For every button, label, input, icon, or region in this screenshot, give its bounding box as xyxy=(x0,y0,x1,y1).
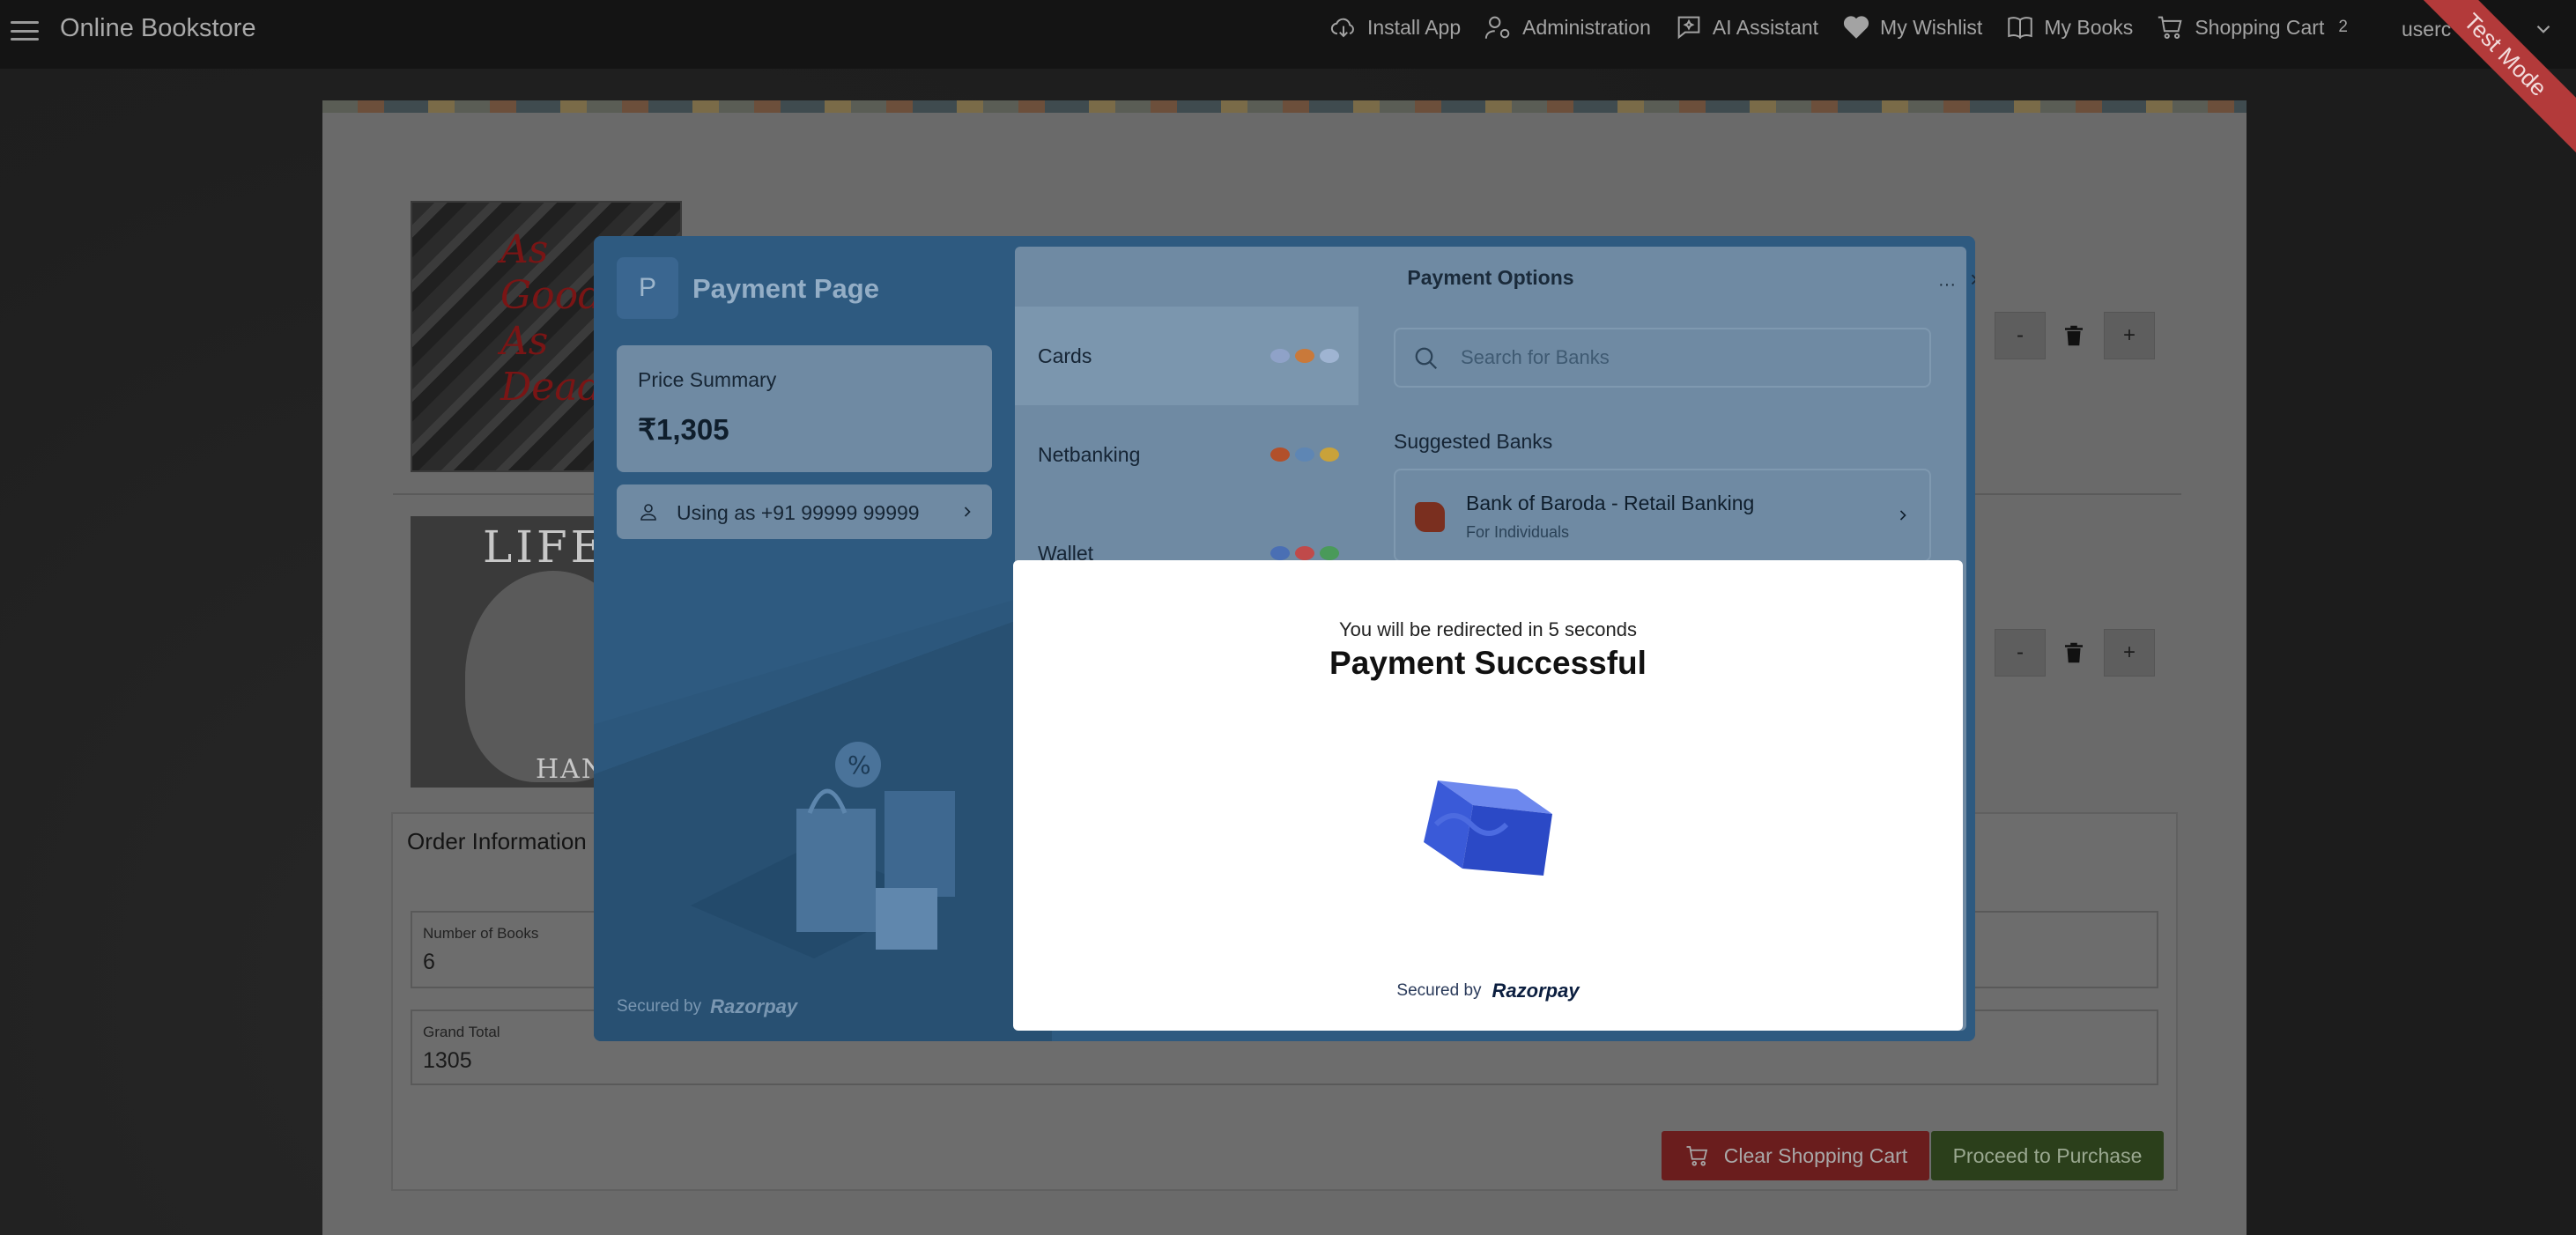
test-mode-ribbon: Test Mode xyxy=(2400,0,2576,159)
secured-by-label: Secured by xyxy=(1396,981,1482,1000)
field-label: Grand Total xyxy=(423,1024,500,1040)
clear-shopping-cart-button[interactable]: Clear Shopping Cart xyxy=(1662,1131,1929,1180)
success-animation-icon xyxy=(1424,780,1552,876)
cover-title: As Good As Dead xyxy=(500,227,603,410)
chevron-right-icon xyxy=(1899,510,1906,521)
trash-icon xyxy=(2065,325,2083,346)
more-options-icon[interactable]: ··· xyxy=(1938,275,1956,295)
heart-icon xyxy=(1843,16,1869,39)
trash-icon xyxy=(2065,642,2083,663)
cart-icon xyxy=(1686,1146,1707,1166)
card-network-icons xyxy=(1270,349,1339,363)
wallet-logo-icon xyxy=(1270,546,1290,560)
nav-ai-assistant[interactable]: AI Assistant xyxy=(1674,12,1818,42)
secured-by-label: Secured by xyxy=(617,997,702,1016)
bank-name: Bank of Baroda - Retail Banking xyxy=(1466,492,1755,514)
cover-title: LIFE xyxy=(483,521,607,573)
secured-by-footer: Secured by Razorpay xyxy=(617,995,797,1018)
bank-search-input[interactable] xyxy=(1461,342,1901,373)
svg-text:%: % xyxy=(848,751,871,780)
cover-title-line: As xyxy=(500,227,549,272)
bank-option-bank-of-baroda[interactable]: Bank of Baroda - Retail Banking For Indi… xyxy=(1394,469,1931,562)
nav-my-wishlist[interactable]: My Wishlist xyxy=(1841,12,1982,42)
payment-success-dialog: You will be redirected in 5 seconds Paym… xyxy=(1013,560,1963,1031)
visa-icon xyxy=(1270,349,1290,363)
chevron-right-icon xyxy=(964,507,971,517)
search-icon xyxy=(1415,347,1438,370)
bank-logo-icon xyxy=(1270,447,1290,462)
razorpay-logo: Razorpay xyxy=(1492,980,1580,1002)
nav-administration[interactable]: Administration xyxy=(1484,12,1651,42)
nav-label: AI Assistant xyxy=(1712,15,1819,39)
shopping-bags-illustration: % xyxy=(691,742,955,958)
nav-shopping-cart[interactable]: Shopping Cart 2 xyxy=(2156,12,2348,42)
nav-label: Administration xyxy=(1522,15,1651,39)
mastercard-icon xyxy=(1295,349,1314,363)
price-summary-label: Price Summary xyxy=(638,368,777,391)
wallet-logo-icon xyxy=(1295,546,1314,560)
nav-my-books[interactable]: My Books xyxy=(2005,12,2133,42)
qty-minus-button[interactable]: - xyxy=(1995,629,2046,677)
payment-options-title: Payment Options xyxy=(1407,266,1574,289)
menu-icon[interactable] xyxy=(11,21,39,41)
nav-label: Install App xyxy=(1367,15,1462,39)
contact-text: Using as +91 99999 99999 xyxy=(677,501,920,524)
field-value: 1305 xyxy=(423,1048,472,1073)
tab-label: Netbanking xyxy=(1038,442,1141,466)
secured-by-footer: Secured by Razorpay xyxy=(1013,980,1963,1002)
bank-logo-icon xyxy=(1320,447,1339,462)
button-label: Clear Shopping Cart xyxy=(1723,1143,1908,1167)
field-value: 6 xyxy=(423,950,435,974)
delete-button[interactable] xyxy=(2053,629,2095,677)
nav-links: Install App Administration AI Assistant … xyxy=(1329,0,2348,55)
cover-title-line: Dead xyxy=(500,365,603,410)
price-amount: ₹1,305 xyxy=(638,413,729,446)
tab-netbanking[interactable]: Netbanking xyxy=(1015,405,1358,504)
bank-search-box[interactable] xyxy=(1394,328,1931,388)
book-open-icon xyxy=(2008,17,2033,40)
wallet-icons xyxy=(1270,546,1339,560)
contact-details-button[interactable]: Using as +91 99999 99999 xyxy=(617,484,992,539)
price-summary-card: Price Summary ₹1,305 xyxy=(617,345,992,472)
close-icon[interactable]: × xyxy=(1970,266,1975,293)
chat-sparkle-icon xyxy=(1677,16,1700,40)
top-navbar: Online Bookstore Install App Administrat… xyxy=(0,0,2576,159)
wallet-logo-icon xyxy=(1320,546,1339,560)
nav-label: My Books xyxy=(2044,15,2134,39)
nav-install-app[interactable]: Install App xyxy=(1329,12,1461,42)
bank-of-baroda-logo-icon xyxy=(1415,502,1445,532)
suggested-banks-label: Suggested Banks xyxy=(1394,430,1553,453)
tab-label: Cards xyxy=(1038,344,1092,367)
user-icon xyxy=(640,504,656,521)
field-label: Number of Books xyxy=(423,925,539,942)
payment-success-title: Payment Successful xyxy=(1329,645,1647,681)
proceed-to-purchase-button[interactable]: Proceed to Purchase xyxy=(1931,1131,2164,1180)
tab-cards[interactable]: Cards xyxy=(1015,307,1358,405)
qty-plus-button[interactable]: + xyxy=(2104,312,2155,359)
delete-button[interactable] xyxy=(2053,312,2095,359)
nav-label: My Wishlist xyxy=(1880,15,1983,39)
bank-logo-icon xyxy=(1295,447,1314,462)
cover-title-line: Good xyxy=(500,273,603,318)
bank-icons xyxy=(1270,447,1339,462)
nav-label: Shopping Cart xyxy=(2195,15,2325,39)
page-banner xyxy=(322,100,2247,113)
user-gear-icon xyxy=(1484,16,1510,39)
qty-minus-button[interactable]: - xyxy=(1995,312,2046,359)
cart-count-badge: 2 xyxy=(2338,18,2348,36)
merchant-logo: P xyxy=(617,257,678,319)
app-title[interactable]: Online Bookstore xyxy=(60,14,255,43)
redirect-countdown: You will be redirected in 5 seconds xyxy=(1339,618,1637,640)
qty-plus-button[interactable]: + xyxy=(2104,629,2155,677)
razorpay-logo: Razorpay xyxy=(710,995,798,1017)
merchant-title: Payment Page xyxy=(692,273,879,304)
rupay-icon xyxy=(1320,349,1339,363)
cloud-download-icon xyxy=(1330,18,1354,38)
cart-icon xyxy=(2158,16,2182,40)
test-mode-label: Test Mode xyxy=(2400,0,2576,159)
bank-subtitle: For Individuals xyxy=(1466,523,1570,541)
order-information-title: Order Information xyxy=(407,828,587,854)
cover-title-line: As xyxy=(500,319,549,364)
